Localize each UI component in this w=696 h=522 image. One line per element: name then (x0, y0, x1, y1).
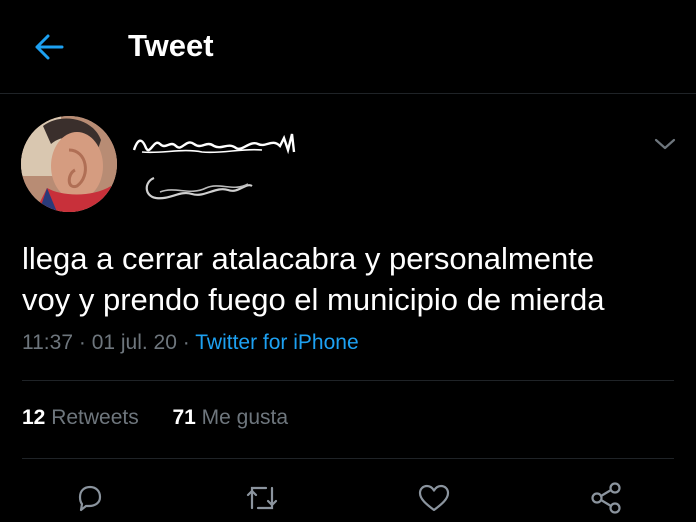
page-title: Tweet (128, 28, 214, 63)
top-bar: Tweet (0, 0, 696, 94)
like-button[interactable] (412, 476, 456, 520)
engagement-stats: 12 Retweets 71 Me gusta (22, 406, 288, 430)
action-bar (0, 476, 696, 522)
more-options-button[interactable] (650, 132, 680, 156)
tweet-meta: 11:37 · 01 jul. 20 · Twitter for iPhone (22, 331, 359, 355)
share-icon (591, 482, 621, 514)
likes-label: Me gusta (201, 406, 289, 429)
tweet-detail-screen: Tweet llega a cerrar atalacabra y person… (0, 0, 696, 522)
display-name-scribble[interactable] (132, 130, 300, 158)
meta-separator: · (182, 331, 190, 354)
meta-separator: · (78, 331, 86, 354)
handle-scribble (140, 172, 256, 204)
tweet-time: 11:37 (22, 331, 73, 354)
tweet-text-line: voy y prendo fuego el municipio de mierd… (22, 282, 605, 317)
share-button[interactable] (584, 476, 628, 520)
retweet-button[interactable] (240, 476, 284, 520)
reply-icon (78, 485, 102, 512)
tweet-text: llega a cerrar atalacabra y personalment… (22, 238, 682, 320)
heart-icon (418, 484, 450, 512)
likes-stat[interactable]: 71 Me gusta (172, 406, 288, 429)
back-button[interactable] (26, 24, 72, 70)
tweet-source-link[interactable]: Twitter for iPhone (195, 331, 358, 354)
divider (22, 458, 674, 459)
tweet-text-line: llega a cerrar atalacabra y personalment… (22, 241, 595, 276)
retweets-label: Retweets (51, 406, 139, 429)
avatar-image (21, 116, 117, 212)
arrow-left-icon (35, 34, 64, 60)
retweets-count: 12 (22, 406, 46, 429)
reply-button[interactable] (68, 476, 112, 520)
likes-count: 71 (172, 406, 196, 429)
avatar[interactable] (21, 116, 117, 212)
retweets-stat[interactable]: 12 Retweets (22, 406, 145, 429)
tweet-date: 01 jul. 20 (91, 331, 177, 354)
retweet-icon (246, 486, 278, 510)
chevron-down-icon (654, 138, 676, 150)
divider (22, 380, 674, 381)
